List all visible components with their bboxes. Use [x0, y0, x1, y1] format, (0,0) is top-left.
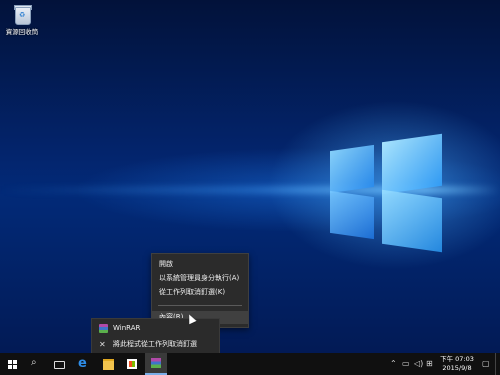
jump-list: WinRAR ✕ 將此程式從工作列取消釘選 [91, 318, 220, 353]
clock-date: 2015/9/8 [442, 363, 472, 372]
winrar-taskbar-button[interactable] [145, 353, 167, 375]
store-button[interactable] [121, 353, 143, 375]
file-explorer-button[interactable] [97, 353, 119, 375]
desktop-icon-recycle-bin[interactable]: ♻ 資源回收筒 [4, 4, 40, 36]
taskbar: ⌕ e ⌃ ▭ ◁) ⊞ 下午 07:03 2015/9/8 ▢ [0, 353, 500, 375]
notification-icon[interactable]: ▢ [482, 359, 490, 369]
desktop-icon-label: 資源回收筒 [5, 28, 39, 36]
start-button[interactable] [0, 353, 24, 375]
unpin-icon: ✕ [99, 340, 106, 349]
recycle-bin-icon: ♻ [13, 4, 32, 25]
clock-time: 下午 07:03 [440, 355, 474, 363]
menu-item-open[interactable]: 開啟 [152, 258, 248, 271]
jump-list-item-winrar[interactable]: WinRAR [92, 321, 219, 336]
clock[interactable]: 下午 07:03 2015/9/8 [437, 355, 477, 372]
task-view-button[interactable] [48, 353, 70, 375]
show-desktop-button[interactable] [495, 353, 500, 375]
wallpaper-window-logo [330, 144, 374, 194]
wallpaper-window-logo [382, 189, 442, 253]
task-view-icon [54, 361, 65, 369]
windows-logo-icon [8, 360, 17, 369]
network-icon[interactable]: ▭ [402, 359, 410, 369]
jump-list-item-label: WinRAR [113, 324, 141, 332]
winrar-icon [151, 358, 161, 368]
edge-button[interactable]: e [73, 353, 95, 375]
menu-separator [158, 305, 242, 306]
store-icon [127, 359, 137, 369]
jump-list-item-unpin[interactable]: ✕ 將此程式從工作列取消釘選 [92, 337, 219, 352]
chevron-up-icon[interactable]: ⌃ [390, 359, 397, 369]
desktop[interactable]: ♻ 資源回收筒 開啟 以系統管理員身分執行(A) 從工作列取消釘選(K) 內容(… [0, 0, 500, 353]
search-button[interactable]: ⌕ [26, 353, 48, 375]
ime-icon[interactable]: ⊞ [426, 359, 433, 369]
edge-icon: e [78, 356, 87, 371]
system-tray: ⌃ ▭ ◁) ⊞ 下午 07:03 2015/9/8 ▢ [388, 353, 500, 375]
search-icon: ⌕ [31, 357, 37, 368]
jump-list-item-label: 將此程式從工作列取消釘選 [113, 340, 197, 348]
volume-icon[interactable]: ◁) [414, 359, 423, 369]
menu-item-run-as-admin[interactable]: 以系統管理員身分執行(A) [152, 272, 248, 285]
folder-icon [103, 359, 114, 370]
wallpaper-window-logo [330, 190, 374, 240]
winrar-icon [99, 324, 108, 333]
context-menu: 開啟 以系統管理員身分執行(A) 從工作列取消釘選(K) 內容(R) [151, 253, 249, 328]
menu-item-unpin-from-taskbar[interactable]: 從工作列取消釘選(K) [152, 286, 248, 299]
wallpaper-window-logo [382, 133, 442, 195]
